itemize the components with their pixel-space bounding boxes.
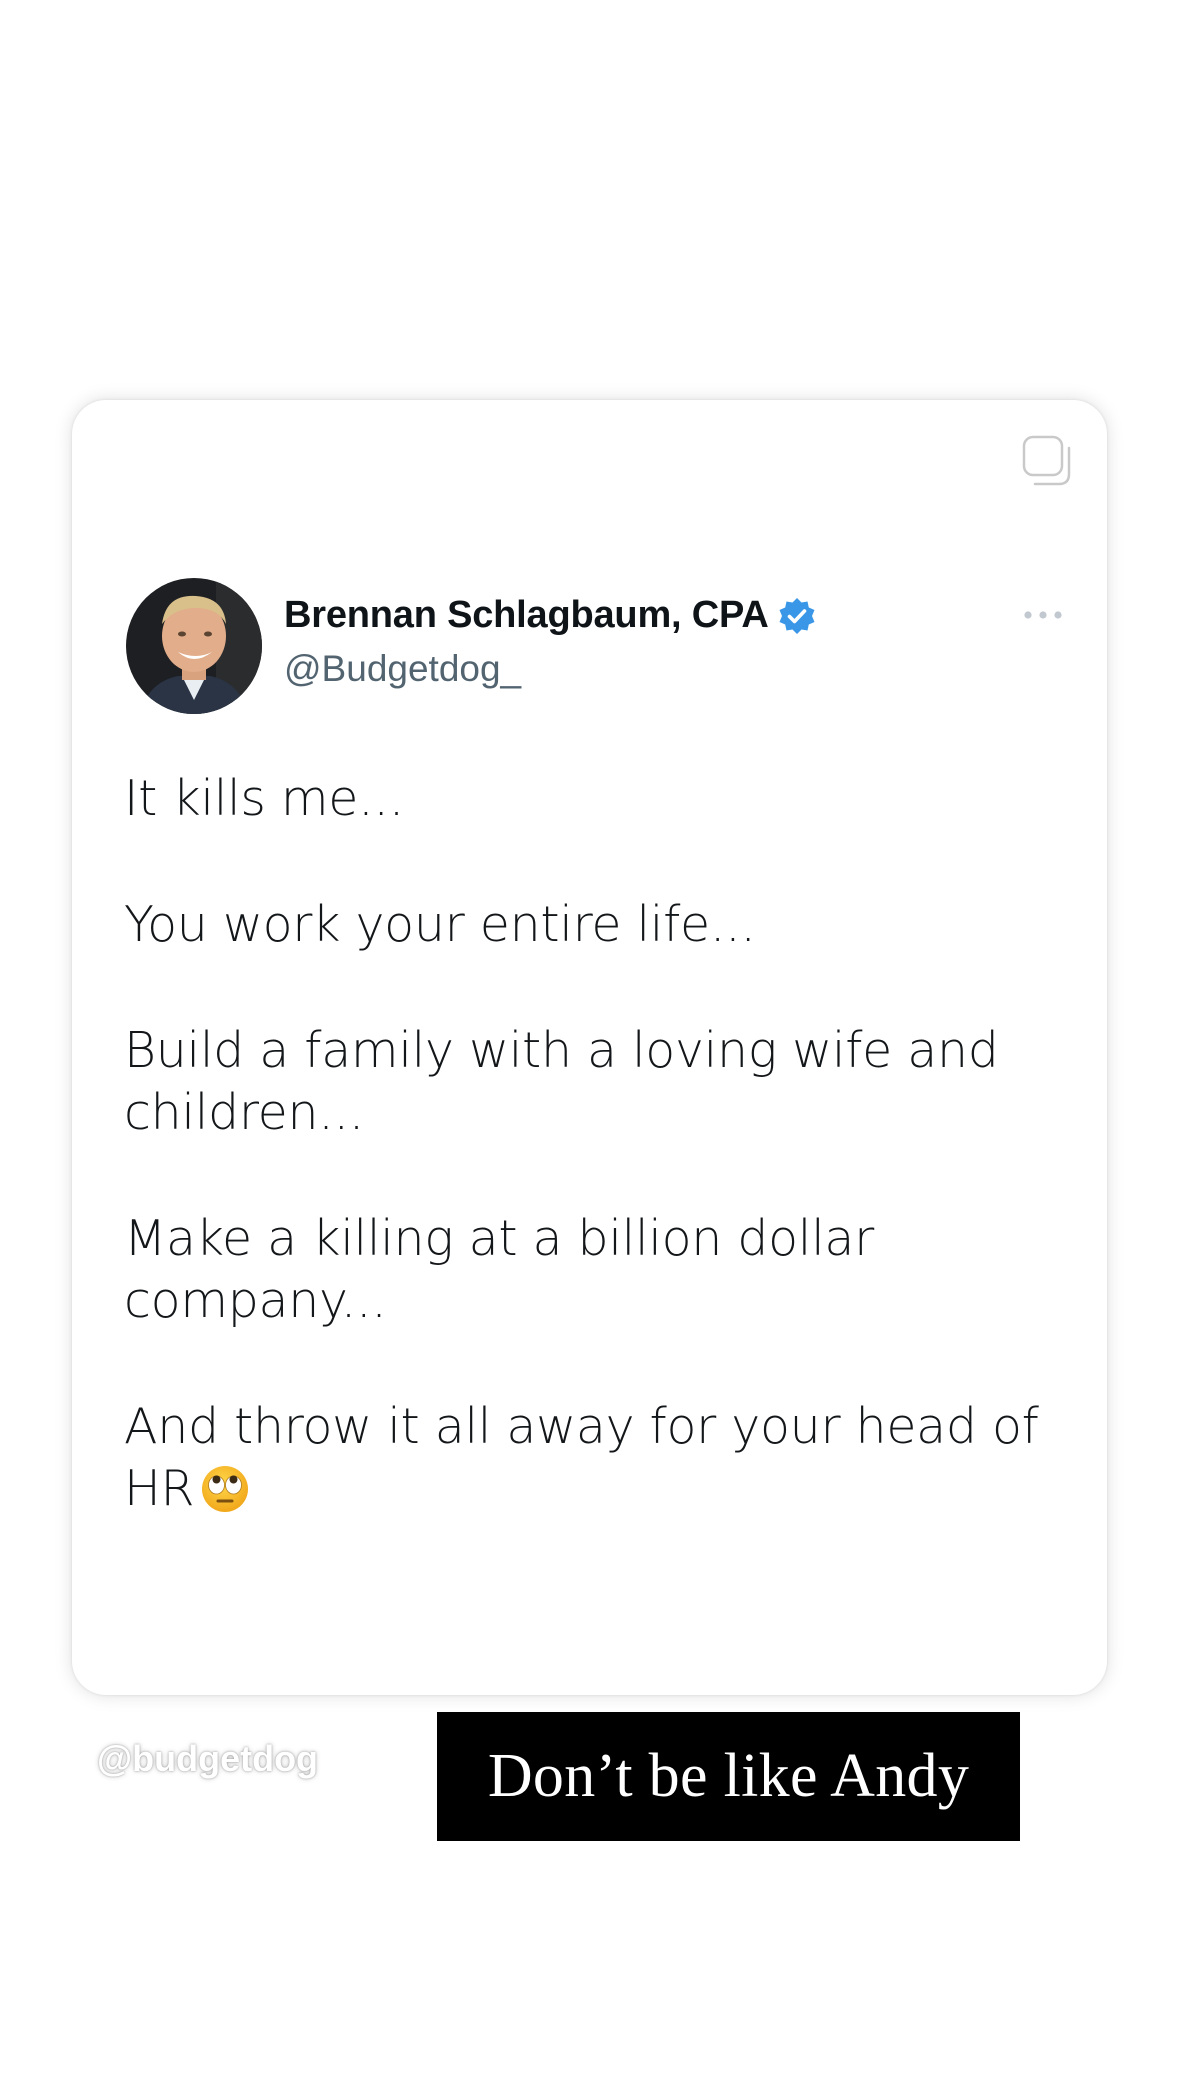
- handle[interactable]: @Budgetdog_: [284, 648, 521, 690]
- verified-badge-icon: [779, 597, 815, 634]
- face-with-rolling-eyes-icon: [202, 1466, 249, 1512]
- caption-text: Don’t be like Andy: [487, 1742, 970, 1810]
- tweet-paragraph-last: And throw it all away for your head of H…: [124, 1396, 1074, 1520]
- tweet-paragraph: It kills me...: [124, 770, 404, 827]
- profile-photo-icon: [126, 578, 262, 714]
- tweet-paragraph: Make a killing at a billion dollar compa…: [124, 1210, 874, 1329]
- copy-icon[interactable]: [1021, 434, 1075, 488]
- display-name[interactable]: Brennan Schlagbaum, CPA: [284, 594, 769, 637]
- tweet-paragraph: Build a family with a loving wife and ch…: [124, 1022, 999, 1141]
- watermark-username: @budgetdog: [97, 1738, 319, 1779]
- tweet-paragraph: You work your entire life...: [124, 896, 756, 953]
- tweet-paragraph-text: And throw it all away for your head of H…: [124, 1398, 1039, 1517]
- tweet-card[interactable]: Brennan Schlagbaum, CPA @Budgetdog_ It k…: [72, 400, 1107, 1695]
- avatar[interactable]: [126, 578, 262, 714]
- story-caption[interactable]: Don’t be like Andy: [437, 1712, 1020, 1841]
- more-horizontal-icon[interactable]: [1023, 608, 1063, 622]
- tweet-text: It kills me... You work your entire life…: [124, 768, 1074, 1520]
